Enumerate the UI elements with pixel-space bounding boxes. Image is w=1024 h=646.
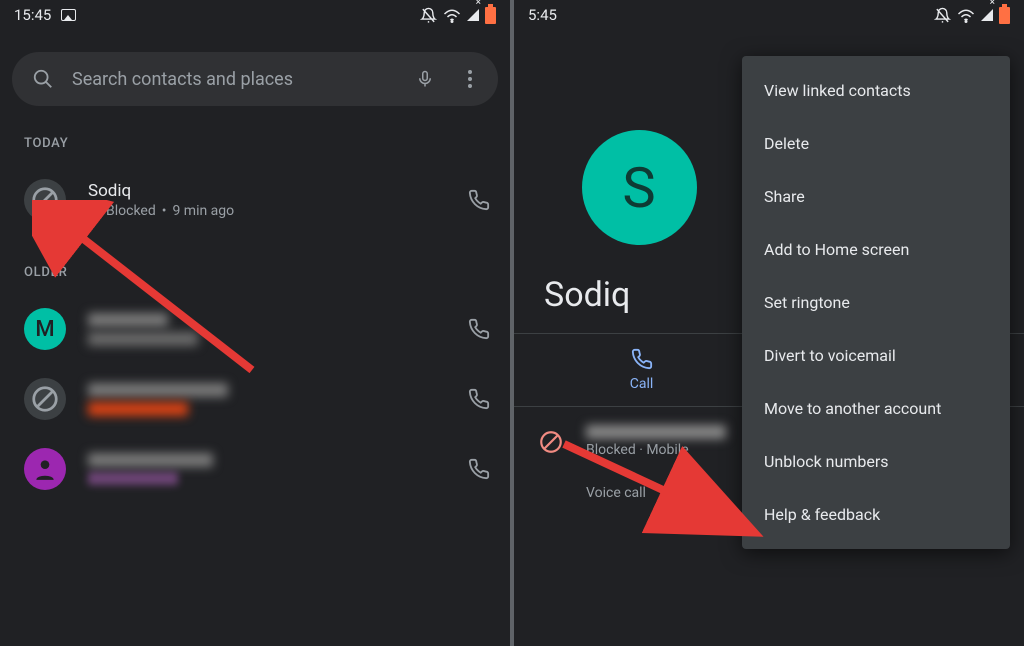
overflow-menu: View linked contacts Delete Share Add to… [742,56,1010,549]
voice-call-label: Voice call [586,485,646,501]
blurred-number [586,425,726,439]
call-meta: Blocked • 9 min ago [88,203,446,219]
battery-icon [485,7,496,24]
section-header-today: TODAY [0,106,510,165]
blocked-icon [538,429,564,455]
call-row-older-2[interactable] [0,364,510,434]
bell-off-icon [934,7,951,24]
phone-icon[interactable] [468,318,490,340]
menu-unblock[interactable]: Unblock numbers [742,435,1010,488]
blurred-name [88,383,228,397]
blocked-avatar-icon [24,179,66,221]
wifi-icon [443,8,461,23]
menu-view-linked[interactable]: View linked contacts [742,64,1010,117]
blurred-name [88,313,168,327]
call-row-older-1[interactable]: M [0,294,510,364]
contact-detail-panel: 5:45 × S Sodiq Call T Blocked · Mobile V… [514,0,1024,646]
blurred-meta [88,472,178,485]
section-header-older: OLDER [0,235,510,294]
battery-icon [999,7,1010,24]
status-bar: 5:45 × [514,0,1024,30]
search-bar[interactable]: Search contacts and places [12,52,498,106]
blocked-label: Blocked · Mobile [586,442,726,458]
menu-ringtone[interactable]: Set ringtone [742,276,1010,329]
phone-icon[interactable] [468,189,490,211]
avatar: M [24,308,66,350]
phone-icon[interactable] [468,388,490,410]
mic-icon[interactable] [416,68,434,90]
menu-voicemail[interactable]: Divert to voicemail [742,329,1010,382]
call-row-sodiq[interactable]: Sodiq Blocked • 9 min ago [0,165,510,235]
menu-help[interactable]: Help & feedback [742,488,1010,541]
menu-move-account[interactable]: Move to another account [742,382,1010,435]
picture-icon [61,9,76,21]
search-placeholder: Search contacts and places [72,69,398,90]
wifi-icon [957,8,975,23]
overflow-menu-button[interactable] [452,70,488,88]
signal-icon: × [467,9,479,21]
missed-call-icon [88,205,100,217]
status-time: 5:45 [528,6,557,24]
avatar [24,448,66,490]
blurred-meta [88,402,188,416]
bell-off-icon [420,7,437,24]
search-icon [32,68,54,90]
status-bar: 15:45 × [0,0,510,30]
recents-panel: 15:45 × Search contacts and places TODAY… [0,0,510,646]
blurred-name [88,453,213,467]
call-row-older-3[interactable] [0,434,510,504]
call-name: Sodiq [88,181,446,201]
blurred-meta [88,332,198,346]
menu-delete[interactable]: Delete [742,117,1010,170]
phone-icon[interactable] [468,458,490,480]
contact-avatar: S [582,130,697,245]
signal-icon: × [981,9,993,21]
menu-home-screen[interactable]: Add to Home screen [742,223,1010,276]
blocked-avatar-icon [24,378,66,420]
status-time: 15:45 [14,6,51,24]
call-action[interactable]: Call [514,334,769,406]
menu-share[interactable]: Share [742,170,1010,223]
phone-icon [631,348,653,370]
